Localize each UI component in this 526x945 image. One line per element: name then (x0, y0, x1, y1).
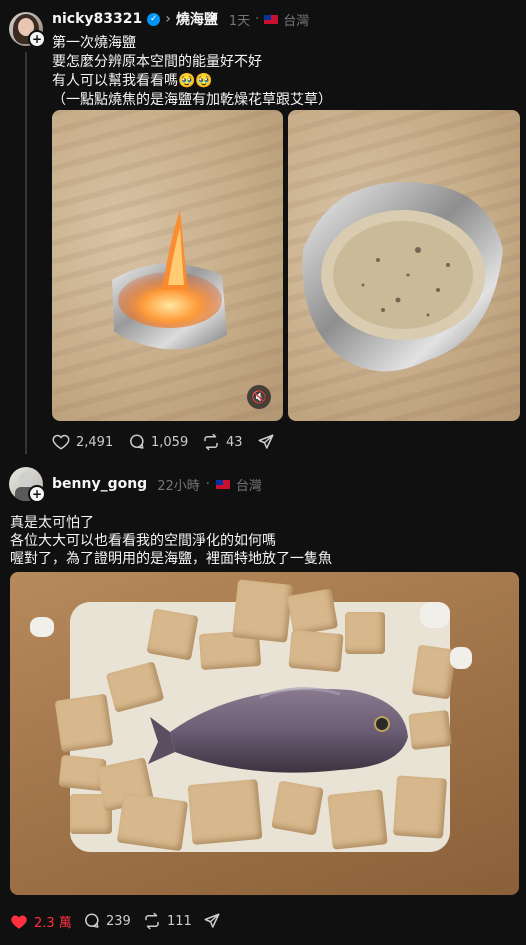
comment-icon (85, 913, 99, 928)
share-icon (258, 434, 274, 449)
like-button[interactable]: 2.3 萬 (10, 912, 72, 931)
repost-icon (204, 433, 218, 451)
burning-salt-image (112, 210, 227, 350)
repost-count: 111 (167, 913, 192, 929)
mute-icon[interactable]: 🔇 (247, 385, 271, 409)
taiwan-flag-icon (215, 479, 230, 489)
comment-button[interactable]: 1,059 (127, 433, 188, 451)
post-text-line: 有人可以幫我看看嗎🥹🥹 (52, 73, 213, 89)
repost-button[interactable]: 43 (202, 433, 243, 451)
thread-line (25, 52, 27, 454)
taiwan-flag-icon (264, 14, 279, 24)
fish-image (148, 687, 408, 773)
share-button[interactable] (203, 912, 221, 930)
comment-button[interactable]: 239 (82, 912, 131, 930)
username[interactable]: benny_gong (52, 476, 147, 492)
post-header: benny_gong 22小時 · 台灣 (52, 475, 262, 494)
like-count: 2.3 萬 (34, 916, 72, 931)
heart-icon (52, 434, 70, 450)
post-image[interactable] (288, 110, 520, 421)
comment-count: 1,059 (151, 434, 189, 450)
location: 台灣 (283, 13, 310, 29)
like-button[interactable]: 2,491 (52, 433, 113, 451)
share-button[interactable] (257, 433, 275, 451)
chevron-right-icon: › (165, 11, 171, 27)
post-text-line: 要怎麼分辨原本空間的能量好不好 (52, 54, 262, 70)
post-image[interactable] (10, 572, 519, 895)
repost-count: 43 (226, 434, 243, 450)
repost-button[interactable]: 111 (143, 912, 192, 930)
username[interactable]: nicky83321 (52, 11, 142, 27)
separator: · (205, 476, 210, 492)
burnt-salt-image (302, 181, 503, 372)
post-time: 1天 (228, 13, 251, 29)
plus-icon[interactable]: + (28, 30, 46, 48)
verified-icon: ✓ (147, 12, 161, 26)
post-text-line: 喔對了，為了證明用的是海鹽，裡面特地放了一隻魚 (10, 551, 332, 567)
comment-icon (130, 434, 144, 449)
location: 台灣 (235, 478, 262, 494)
separator: · (255, 11, 260, 27)
heart-icon (11, 915, 27, 929)
topic-link[interactable]: 燒海鹽 (176, 9, 218, 29)
post-text-line: 各位大大可以也看看我的空間淨化的如何嗎 (10, 533, 276, 549)
share-icon (204, 913, 220, 928)
repost-icon (145, 912, 159, 930)
post-text-line: 真是太可怕了 (10, 515, 94, 531)
like-count: 2,491 (76, 434, 114, 450)
post-time: 22小時 (157, 478, 200, 494)
post-header: nicky83321 ✓ › 燒海鹽 1天 · 台灣 (52, 9, 310, 29)
plus-icon[interactable]: + (28, 485, 46, 503)
comment-count: 239 (106, 913, 131, 929)
post-text-line: 第一次燒海鹽 (52, 35, 136, 51)
salt-crust (10, 572, 519, 895)
post-text-line: （一點點燒焦的是海鹽有加乾燥花草跟艾草） (52, 92, 332, 108)
post-video[interactable]: 🔇 (52, 110, 283, 421)
